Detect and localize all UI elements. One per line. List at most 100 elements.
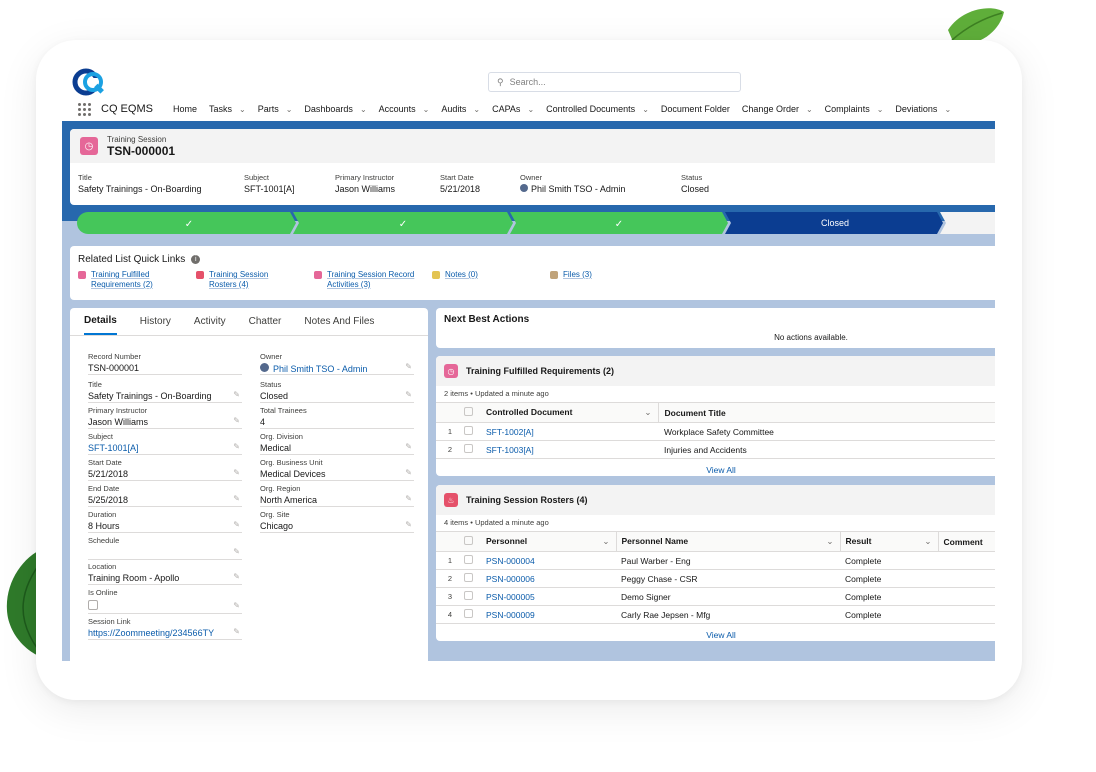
view-all-link[interactable]: View All (436, 624, 995, 640)
is-online-checkbox[interactable] (88, 600, 98, 610)
path-step-next[interactable] (940, 212, 995, 234)
document-link[interactable]: SFT-1003[A] (486, 440, 658, 459)
edit-pencil-icon[interactable]: ✎ (233, 601, 240, 610)
tab-notes-and-files[interactable]: Notes And Files (304, 308, 374, 335)
path-step-1[interactable]: ✓ (77, 212, 296, 234)
field-location[interactable]: Location Training Room - Apollo ✎ (88, 560, 242, 585)
edit-pencil-icon[interactable]: ✎ (405, 442, 412, 451)
edit-pencil-icon[interactable]: ✎ (405, 468, 412, 477)
edit-pencil-icon[interactable]: ✎ (233, 442, 240, 451)
edit-pencil-icon[interactable]: ✎ (405, 520, 412, 529)
subject-link[interactable]: SFT-1001[A] (244, 184, 295, 194)
edit-pencil-icon[interactable]: ✎ (233, 468, 240, 477)
edit-pencil-icon[interactable]: ✎ (233, 416, 240, 425)
field-org-business-unit[interactable]: Org. Business Unit Medical Devices ✎ (260, 456, 414, 481)
chevron-down-icon[interactable]: ⌄ (642, 105, 649, 114)
view-all-link[interactable]: View All (436, 459, 995, 475)
personnel-link[interactable]: PSN-000004 (486, 551, 616, 570)
chevron-down-icon[interactable]: ⌄ (239, 105, 246, 114)
nav-item-tasks[interactable]: Tasks ⌄ (209, 104, 246, 114)
edit-pencil-icon[interactable]: ✎ (233, 494, 240, 503)
field-owner[interactable]: Owner Phil Smith TSO - Admin ✎ (260, 350, 414, 375)
nav-item-deviations[interactable]: Deviations ⌄ (895, 104, 951, 114)
tab-activity[interactable]: Activity (194, 308, 226, 335)
field-session-link[interactable]: Session Link https://Zoommeeting/234566T… (88, 615, 242, 640)
personnel-link[interactable]: PSN-000009 (486, 605, 616, 624)
path-step-3[interactable]: ✓ (510, 212, 728, 234)
field-is-online[interactable]: Is Online ✎ (88, 586, 242, 614)
field-title[interactable]: Title Safety Trainings - On-Boarding ✎ (88, 378, 242, 403)
row-checkbox[interactable] (464, 422, 486, 441)
quick-link-files[interactable]: Files (3) (550, 270, 592, 280)
chevron-down-icon[interactable]: ⌄ (826, 536, 833, 547)
edit-pencil-icon[interactable]: ✎ (233, 547, 240, 556)
nav-item-change-order[interactable]: Change Order ⌄ (742, 104, 813, 114)
edit-pencil-icon[interactable]: ✎ (233, 520, 240, 529)
select-all-checkbox[interactable] (464, 402, 486, 423)
field-start-date[interactable]: Start Date 5/21/2018 ✎ (88, 456, 242, 481)
chevron-down-icon[interactable]: ⌄ (877, 105, 884, 114)
owner-link[interactable]: Phil Smith TSO - Admin (260, 363, 414, 374)
quick-link-notes[interactable]: Notes (0) (432, 270, 478, 280)
tab-details[interactable]: Details (84, 308, 117, 335)
nav-item-parts[interactable]: Parts ⌄ (258, 104, 293, 114)
field-primary-instructor[interactable]: Primary Instructor Jason Williams ✎ (88, 404, 242, 429)
column-header[interactable]: Result ⌄ (840, 531, 939, 552)
edit-pencil-icon[interactable]: ✎ (233, 572, 240, 581)
edit-pencil-icon[interactable]: ✎ (233, 627, 240, 636)
column-header[interactable]: Personnel ⌄ (486, 531, 617, 552)
chevron-down-icon[interactable]: ⌄ (944, 105, 951, 114)
chevron-down-icon[interactable]: ⌄ (423, 105, 430, 114)
chevron-down-icon[interactable]: ⌄ (924, 536, 931, 547)
change-owner-icon[interactable]: ✎ (405, 362, 412, 371)
nav-item-controlled-documents[interactable]: Controlled Documents ⌄ (546, 104, 649, 114)
field-org-region[interactable]: Org. Region North America ✎ (260, 482, 414, 507)
row-checkbox[interactable] (464, 605, 486, 624)
column-header[interactable]: Comment (938, 531, 995, 552)
document-link[interactable]: SFT-1002[A] (486, 422, 658, 441)
select-all-checkbox[interactable] (464, 531, 486, 552)
field-status[interactable]: Status Closed ✎ (260, 378, 414, 403)
nav-item-audits[interactable]: Audits ⌄ (441, 104, 480, 114)
rosters-title[interactable]: Training Session Rosters (4) (466, 495, 588, 505)
global-search-input[interactable]: ⚲ Search... (488, 72, 741, 92)
edit-pencil-icon[interactable]: ✎ (405, 494, 412, 503)
info-icon[interactable]: i (191, 255, 201, 264)
quick-link-fulfilled-requirements[interactable]: Training Fulfilled Requirements (2) (78, 270, 153, 290)
nav-item-capas[interactable]: CAPAs ⌄ (492, 104, 534, 114)
nav-item-document-folder[interactable]: Document Folder (661, 104, 730, 114)
row-checkbox[interactable] (464, 551, 486, 570)
nav-item-home[interactable]: Home (173, 104, 197, 114)
field-org-division[interactable]: Org. Division Medical ✎ (260, 430, 414, 455)
chevron-down-icon[interactable]: ⌄ (473, 105, 480, 114)
edit-pencil-icon[interactable]: ✎ (233, 390, 240, 399)
chevron-down-icon[interactable]: ⌄ (527, 105, 534, 114)
field-schedule[interactable]: Schedule ✎ (88, 534, 242, 560)
edit-pencil-icon[interactable]: ✎ (405, 390, 412, 399)
subject-link[interactable]: SFT-1001[A] (88, 443, 242, 453)
path-step-2[interactable]: ✓ (293, 212, 513, 234)
owner-link[interactable]: Phil Smith TSO - Admin (520, 184, 625, 194)
column-header[interactable]: Controlled Document ⌄ (486, 402, 659, 423)
personnel-link[interactable]: PSN-000006 (486, 569, 616, 588)
field-duration[interactable]: Duration 8 Hours ✎ (88, 508, 242, 533)
tab-chatter[interactable]: Chatter (249, 308, 282, 335)
column-header[interactable]: Personnel Name ⌄ (616, 531, 841, 552)
column-header[interactable]: Document Title (658, 402, 995, 423)
row-checkbox[interactable] (464, 440, 486, 459)
chevron-down-icon[interactable]: ⌄ (806, 105, 813, 114)
nav-item-accounts[interactable]: Accounts ⌄ (379, 104, 430, 114)
chevron-down-icon[interactable]: ⌄ (286, 105, 293, 114)
chevron-down-icon[interactable]: ⌄ (644, 407, 651, 418)
nav-item-complaints[interactable]: Complaints ⌄ (825, 104, 884, 114)
field-end-date[interactable]: End Date 5/25/2018 ✎ (88, 482, 242, 507)
tab-history[interactable]: History (140, 308, 171, 335)
field-org-site[interactable]: Org. Site Chicago ✎ (260, 508, 414, 533)
chevron-down-icon[interactable]: ⌄ (360, 105, 367, 114)
quick-link-rosters[interactable]: Training Session Rosters (4) (196, 270, 268, 290)
app-launcher-icon[interactable] (76, 101, 92, 117)
chevron-down-icon[interactable]: ⌄ (602, 536, 609, 547)
personnel-link[interactable]: PSN-000005 (486, 587, 616, 606)
field-subject[interactable]: Subject SFT-1001[A] ✎ (88, 430, 242, 455)
session-link[interactable]: https://Zoommeeting/234566TY (88, 628, 242, 638)
